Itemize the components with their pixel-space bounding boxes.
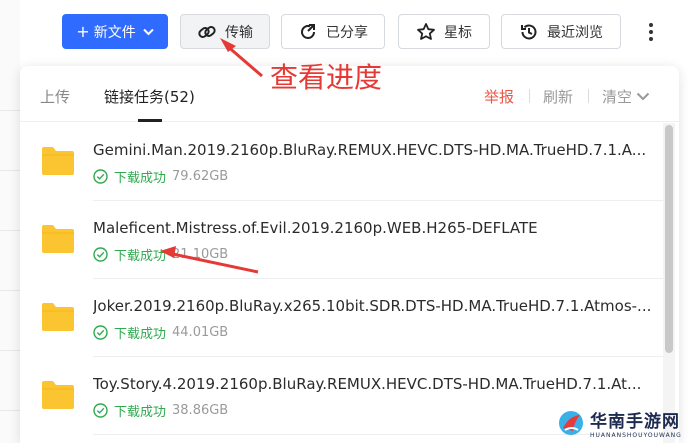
- transfer-button[interactable]: 传输: [180, 14, 270, 49]
- status-text: 下载成功: [114, 405, 167, 420]
- scrollbar[interactable]: [663, 123, 675, 443]
- watermark-logo-icon: [559, 411, 583, 435]
- list-divider: [0, 290, 20, 291]
- task-status: 下载成功 38.86GB: [93, 401, 228, 420]
- chevron-down-icon: [142, 28, 154, 35]
- star-icon: [417, 22, 435, 40]
- top-toolbar: + 新文件 传输 已分享 星标 最近浏览: [62, 14, 653, 49]
- task-name: Toy.Story.4.2019.2160p.BluRay.REMUX.HEVC…: [93, 375, 642, 393]
- clear-label: 清空: [602, 88, 633, 106]
- plus-icon: +: [76, 22, 90, 41]
- check-circle-icon: [93, 403, 108, 418]
- file-size: 79.62GB: [172, 169, 229, 184]
- file-size: 44.01GB: [172, 325, 229, 340]
- watermark-sub-text: HUANANSHOUYOUWANG: [590, 432, 682, 439]
- status-text: 下载成功: [114, 327, 167, 342]
- check-circle-icon: [93, 325, 108, 340]
- check-circle-icon: [93, 169, 108, 184]
- recent-label: 最近浏览: [547, 24, 603, 41]
- list-divider: [0, 110, 20, 111]
- link-icon: [198, 25, 216, 38]
- watermark: 华南手游网 HUANANSHOUYOUWANG: [556, 404, 686, 442]
- file-size: 21.10GB: [172, 247, 229, 262]
- status-text: 下载成功: [114, 171, 167, 186]
- recent-button[interactable]: 最近浏览: [501, 14, 621, 49]
- task-name: Joker.2019.2160p.BluRay.x265.10bit.SDR.D…: [93, 297, 652, 315]
- shared-button[interactable]: 已分享: [281, 14, 385, 49]
- clear-button[interactable]: 清空: [602, 86, 650, 107]
- task-row[interactable]: Maleficent.Mistress.of.Evil.2019.2160p.W…: [20, 201, 665, 279]
- transfer-panel: 上传 链接任务(52) 举报 刷新 清空 Gemini.Man.2019.216…: [20, 66, 679, 443]
- new-file-button[interactable]: + 新文件: [62, 14, 168, 49]
- list-divider: [0, 170, 20, 171]
- star-button[interactable]: 星标: [398, 14, 490, 49]
- list-divider: [0, 350, 20, 351]
- chevron-down-icon: [636, 92, 650, 101]
- background-file-list: [0, 0, 20, 443]
- file-size: 38.86GB: [172, 403, 229, 418]
- task-name: Maleficent.Mistress.of.Evil.2019.2160p.W…: [93, 219, 538, 237]
- more-options-icon[interactable]: [645, 14, 657, 49]
- watermark-main-text: 华南手游网: [590, 412, 680, 432]
- action-separator: [588, 89, 589, 103]
- annotation-text: 查看进度: [270, 61, 383, 94]
- report-button[interactable]: 举报: [484, 86, 514, 107]
- status-text: 下载成功: [114, 249, 167, 264]
- scrollbar-thumb[interactable]: [665, 125, 673, 353]
- task-status: 下载成功 44.01GB: [93, 323, 228, 342]
- share-icon: [301, 23, 315, 39]
- task-name: Gemini.Man.2019.2160p.BluRay.REMUX.HEVC.…: [93, 141, 647, 159]
- task-row[interactable]: Gemini.Man.2019.2160p.BluRay.REMUX.HEVC.…: [20, 123, 665, 201]
- history-icon: [521, 24, 537, 39]
- transfer-label: 传输: [225, 24, 253, 41]
- refresh-button[interactable]: 刷新: [543, 86, 573, 107]
- check-circle-icon: [93, 247, 108, 262]
- task-row[interactable]: Joker.2019.2160p.BluRay.x265.10bit.SDR.D…: [20, 279, 665, 357]
- new-file-label: 新文件: [93, 24, 136, 41]
- folder-icon: [42, 381, 74, 409]
- action-separator: [529, 89, 530, 103]
- shared-label: 已分享: [326, 24, 368, 41]
- folder-icon: [42, 303, 74, 331]
- folder-icon: [42, 225, 74, 253]
- list-divider: [0, 230, 20, 231]
- tab-link-tasks[interactable]: 链接任务(52): [104, 86, 195, 107]
- tab-upload[interactable]: 上传: [40, 86, 70, 107]
- folder-icon: [42, 147, 74, 175]
- star-label: 星标: [444, 24, 472, 41]
- list-divider: [0, 410, 20, 411]
- task-status: 下载成功 21.10GB: [93, 245, 228, 264]
- active-tab-indicator: [138, 119, 162, 122]
- task-status: 下载成功 79.62GB: [93, 167, 228, 186]
